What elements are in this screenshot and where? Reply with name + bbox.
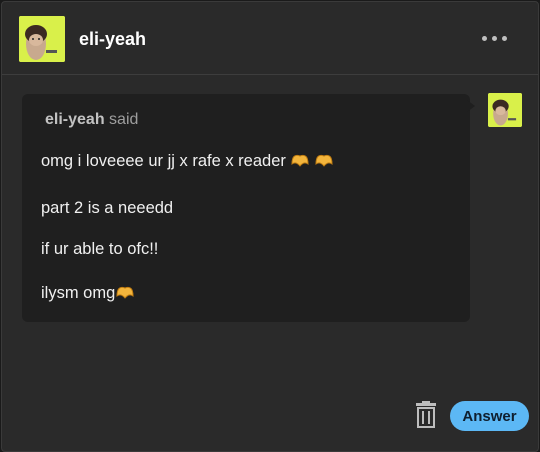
asker-avatar[interactable] xyxy=(488,93,522,127)
ask-card: eli-yeah eli-yeah said omg i loveeee ur … xyxy=(1,1,539,452)
heart-hands-emoji xyxy=(116,286,134,299)
blog-name[interactable]: eli-yeah xyxy=(79,29,146,50)
said-label: said xyxy=(109,111,139,128)
ellipsis-icon[interactable] xyxy=(480,28,510,48)
ask-bubble: eli-yeah said omg i loveeee ur jj x rafe… xyxy=(22,94,470,322)
ask-line-2: part 2 is a neeedd xyxy=(41,199,174,217)
answer-button[interactable]: Answer xyxy=(450,401,529,431)
post-header: eli-yeah xyxy=(2,2,538,75)
ask-line-1: omg i loveeee ur jj x rafe x reader xyxy=(41,150,336,171)
bubble-tail xyxy=(467,100,475,112)
ask-text: omg i loveeee ur jj x rafe x reader xyxy=(41,152,286,170)
ask-line-4: ilysm omg xyxy=(41,282,137,303)
heart-hands-emoji xyxy=(291,154,333,167)
asker-name[interactable]: eli-yeah xyxy=(45,111,105,128)
avatar-icon xyxy=(488,93,522,127)
ask-text: ilysm omg xyxy=(41,284,116,302)
blog-avatar[interactable] xyxy=(19,16,65,62)
ask-line-3: if ur able to ofc!! xyxy=(41,240,159,258)
ask-attribution: eli-yeah said xyxy=(45,111,138,129)
avatar-icon xyxy=(19,16,65,62)
trash-icon[interactable] xyxy=(414,401,438,429)
